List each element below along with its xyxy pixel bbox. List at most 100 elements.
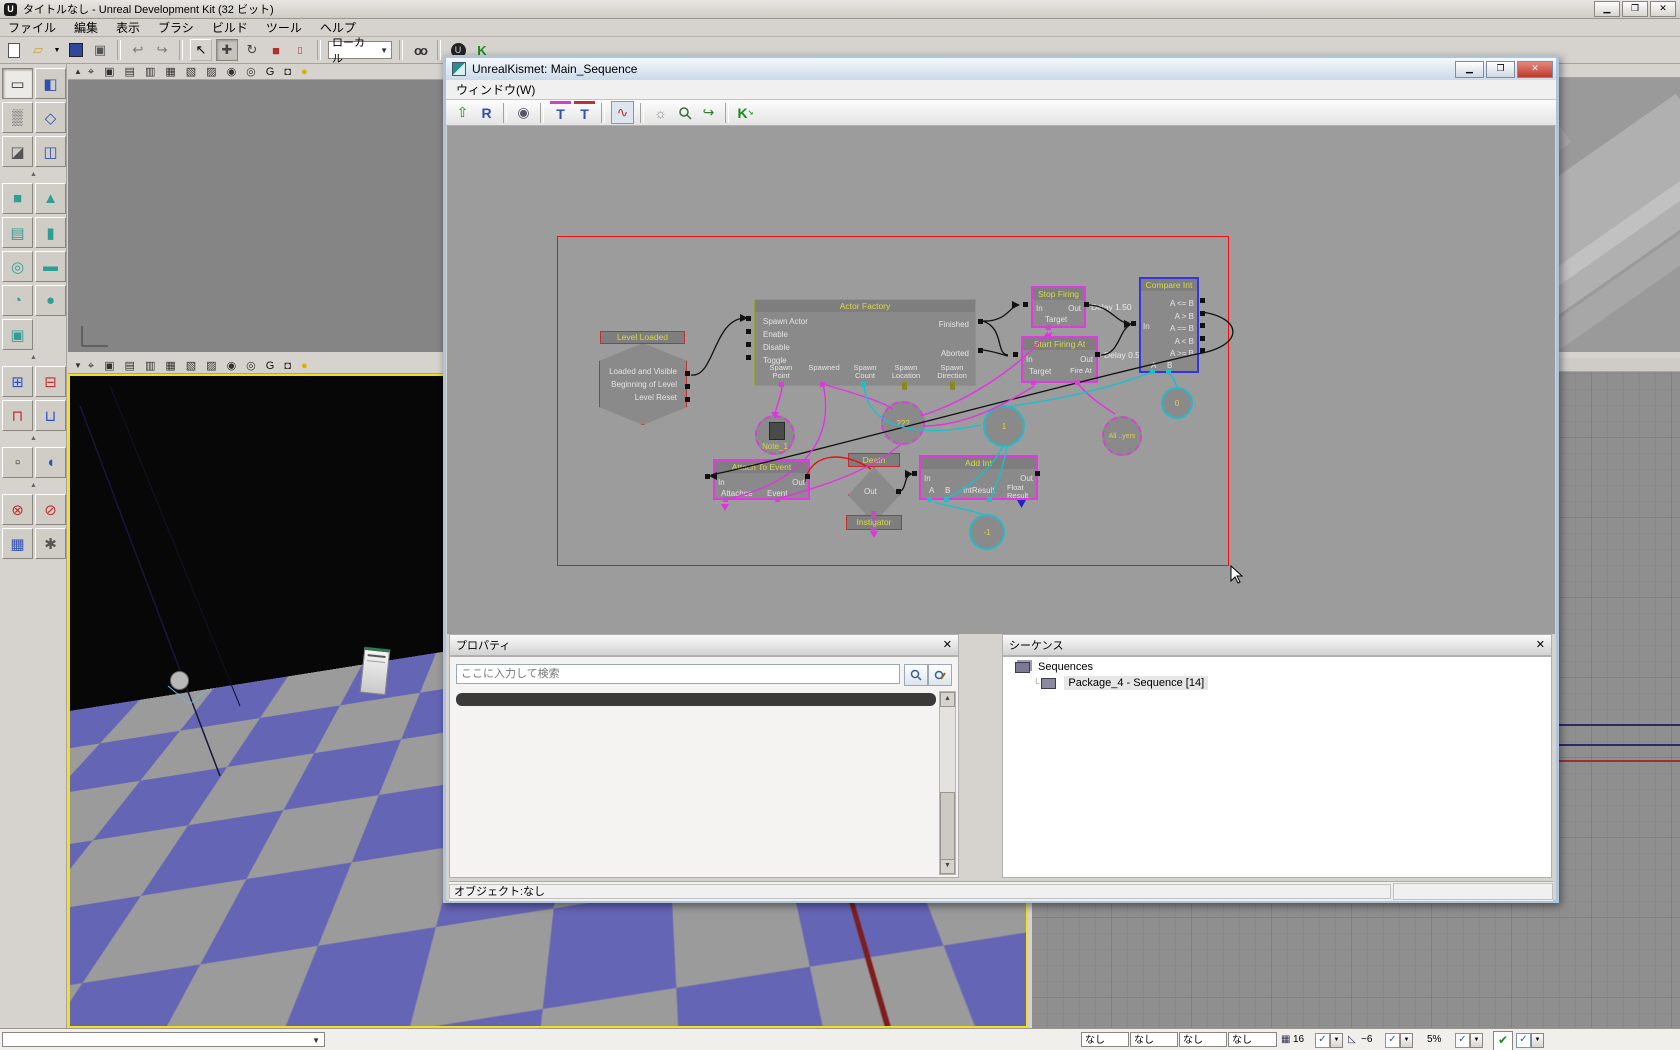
grid-snap-tool-icon[interactable]: ▦ [2,528,33,559]
pin-breakpoint-red-icon[interactable]: T [574,101,595,125]
select-tool-icon[interactable]: ↖ [190,39,212,61]
node-add-int[interactable]: Add Int In Out A B IntResult Float Resul… [919,455,1038,500]
g-mode-icon[interactable]: G [266,360,275,372]
kismet-menu-window[interactable]: ウィンドウ(W) [456,81,535,98]
properties-search-input[interactable] [456,664,900,684]
node-compare-int[interactable]: Compare Int In A <= B A > B A == B A < B… [1139,277,1199,373]
parent-sequence-icon[interactable]: ⇧ [452,102,473,123]
node-stop-firing[interactable]: Stop Firing In Out Target [1031,286,1086,328]
special-red-tool-icon[interactable]: ⊗ [2,494,33,525]
settings-tool-icon[interactable]: ✱ [35,528,66,559]
side-view-icon[interactable]: ▦ [165,360,175,372]
brush-cylinder-tool-icon[interactable]: ▮ [35,217,66,248]
var-minus-one[interactable]: -1 [969,514,1005,550]
realtime-debug-icon[interactable]: ☼ [650,102,671,123]
camera-mode-tool-icon[interactable]: ◧ [35,68,66,99]
collapse-arrow-icon[interactable]: ▲ [74,66,82,78]
node-actor-factory[interactable]: Actor Factory Spawn Actor Enable Disable… [754,299,976,386]
zoom-dropdown[interactable]: ▼ [1470,1033,1483,1048]
node-attach-to-event[interactable]: Attach To Event In Out Attachee Event [713,459,810,500]
pin-breakpoint-icon[interactable]: T [550,101,571,125]
special-pot-tool-icon[interactable]: ⊘ [35,494,66,525]
grid-snap-dropdown[interactable]: ▼ [1330,1033,1343,1048]
kismet-k-icon[interactable]: K↘ [735,102,756,123]
kismet-titlebar[interactable]: UnrealKismet: Main_Sequence ▁ ❐ ✕ [446,58,1556,80]
open-external-icon[interactable]: ↪ [698,102,719,123]
side-view-icon[interactable]: ▦ [165,66,175,78]
properties-category-bar[interactable] [456,693,936,706]
tree-item-package4[interactable]: └ Package_4 - Sequence [14] [1003,673,1551,690]
search-go-icon[interactable] [904,664,928,686]
kismet-minimize-button[interactable]: ▁ [1455,61,1484,78]
lock-icon[interactable]: ◘ [284,66,291,78]
csg-subtract-tool-icon[interactable]: ⊟ [35,366,66,397]
coordinate-system-combo[interactable]: ローカル▼ [328,41,392,59]
brush-volume-tool-icon[interactable]: ▣ [2,319,33,350]
g-mode-icon[interactable]: G [266,66,275,78]
brush-curved-stairs-tool-icon[interactable]: ◔ [2,285,33,316]
var-note-1[interactable]: Note_1 [755,415,795,455]
var-unknown[interactable]: ??? [881,401,925,445]
lock-icon[interactable]: ◘ [284,360,291,372]
maximize-button[interactable]: ❐ [1622,1,1648,17]
var-all-players[interactable]: All ..yers [1102,416,1142,456]
properties-close-icon[interactable]: ✕ [943,640,952,651]
sep4[interactable]: ▲ [2,481,65,491]
kismet-close-button[interactable]: ✕ [1517,61,1553,78]
lit-icon[interactable]: ◉ [227,360,237,372]
undo-icon[interactable]: ↩ [128,40,148,60]
curve-editor-icon[interactable]: ∿ [611,101,634,124]
csg-intersect-tool-icon[interactable]: ⊓ [2,400,33,431]
select-marquee-tool-icon[interactable]: ▫ [2,447,33,478]
node-death-title[interactable]: Death [848,453,900,467]
menu-edit[interactable]: 編集 [74,19,98,36]
sequences-close-icon[interactable]: ✕ [1536,640,1545,651]
brush-spiral-stairs-tool-icon[interactable]: ◎ [2,251,33,282]
zoom-checkbox[interactable]: ✓ [1455,1033,1470,1048]
scroll-down-icon[interactable]: ▼ [940,859,955,874]
brush-cube-tool-icon[interactable]: ■ [2,183,33,214]
brush-sheet-tool-icon[interactable]: ▬ [35,251,66,282]
unlit-icon[interactable]: ▨ [206,360,216,372]
sep3[interactable]: ▲ [2,434,65,444]
select-mode-tool-icon[interactable]: ▭ [2,68,33,99]
hide-connectors-icon[interactable]: ◉ [513,102,534,123]
status-field-1[interactable]: なし [1081,1032,1129,1047]
scroll-thumb[interactable] [940,792,955,862]
menu-tools[interactable]: ツール [266,19,302,36]
status-field-4[interactable]: なし [1228,1032,1277,1047]
csg-deintersect-tool-icon[interactable]: ⊔ [35,400,66,431]
collapse-arrow-icon[interactable]: ▼ [74,360,82,372]
rename-sequence-icon[interactable]: R [476,102,497,123]
scale-nonuniform-icon[interactable]: ▯ [290,40,310,60]
game-view-icon[interactable]: ◎ [246,66,256,78]
note-card-mesh[interactable] [360,647,391,695]
status-field-3[interactable]: なし [1179,1032,1227,1047]
new-file-icon[interactable] [4,40,24,60]
close-button[interactable]: ✕ [1650,1,1676,17]
scale-tool-icon[interactable]: ■ [266,40,286,60]
angle-snap-dropdown[interactable]: ▼ [1400,1033,1413,1048]
autosave-icon[interactable]: ✔ [1493,1031,1513,1050]
save-icon[interactable] [66,40,86,60]
search-icon[interactable] [674,102,695,123]
realtime-dot-icon[interactable]: ● [301,66,308,78]
autosave-dropdown[interactable]: ▼ [1531,1033,1544,1048]
search-options-icon[interactable] [928,664,952,686]
texture-align-tool-icon[interactable]: ◪ [2,136,33,167]
brush-sphere-tool-icon[interactable]: ● [35,285,66,316]
open-file-icon[interactable]: ▱ [28,40,48,60]
sep2[interactable]: ▲ [2,353,65,363]
axis-icon[interactable]: ⌖ [88,360,94,372]
translate-tool-icon[interactable]: ✚ [216,39,238,61]
statusbar-combo[interactable]: ▼ [2,1032,325,1047]
status-field-2[interactable]: なし [1130,1032,1178,1047]
top-view-icon[interactable]: ▤ [125,360,135,372]
node-level-loaded-title[interactable]: Level Loaded [600,331,685,344]
autosave-checkbox[interactable]: ✓ [1516,1033,1531,1048]
minimize-button[interactable]: ▁ [1594,1,1620,17]
menu-brush[interactable]: ブラシ [158,19,194,36]
menu-view[interactable]: 表示 [116,19,140,36]
top-view-icon[interactable]: ▤ [125,66,135,78]
node-instigator[interactable]: Instigator [846,515,902,530]
